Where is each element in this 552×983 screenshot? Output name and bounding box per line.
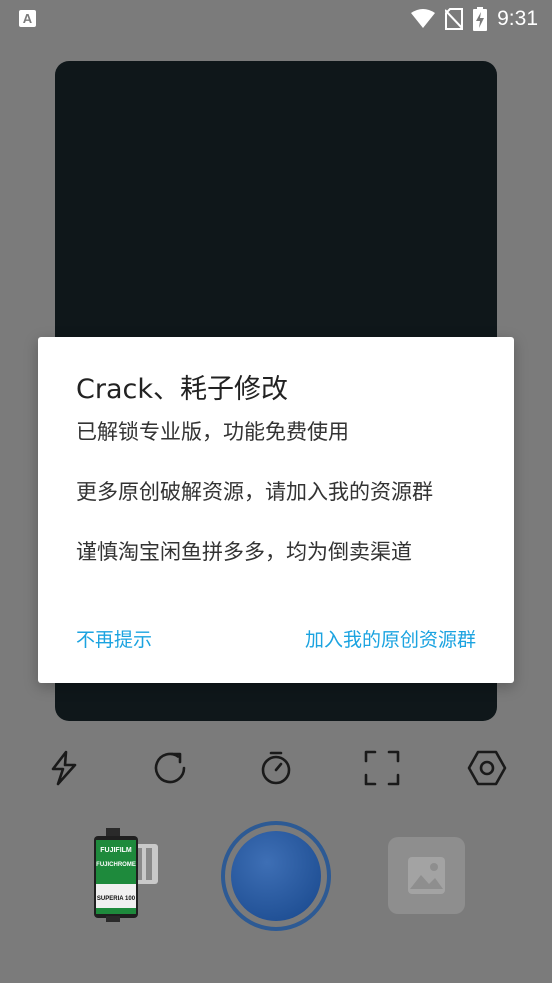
- image-icon: [408, 857, 445, 894]
- gallery-button[interactable]: [388, 837, 465, 914]
- rotate-icon[interactable]: [150, 748, 190, 788]
- status-right: 9:31: [411, 6, 538, 32]
- join-group-button[interactable]: 加入我的原创资源群: [305, 625, 476, 652]
- timer-icon[interactable]: [256, 748, 296, 788]
- notification-app-icon: A: [19, 10, 36, 27]
- dialog-title: Crack、耗子修改: [76, 374, 288, 405]
- status-time: 9:31: [497, 7, 538, 30]
- dont-show-again-button[interactable]: 不再提示: [76, 625, 152, 652]
- battery-charging-icon: [473, 7, 488, 31]
- film-brand: FUJIFILM: [100, 847, 132, 854]
- film-roll-selector[interactable]: FUJIFILM FUJICHROME SUPERIA 100: [92, 826, 160, 924]
- dialog-message: 已解锁专业版，功能免费使用 更多原创破解资源，请加入我的资源群 谨慎淘宝闲鱼拼多…: [76, 420, 433, 564]
- status-bar: A 9:31: [0, 0, 552, 38]
- no-sim-icon: [445, 8, 464, 30]
- camera-screen: A 9:31 FUJIFILM FUJICHROME SUPERIA 100 C…: [0, 0, 552, 983]
- film-label: SUPERIA 100: [97, 896, 136, 902]
- shutter-button[interactable]: [221, 821, 331, 931]
- crack-notice-dialog: Crack、耗子修改 已解锁专业版，功能免费使用 更多原创破解资源，请加入我的资…: [38, 337, 514, 683]
- settings-hex-icon[interactable]: [467, 748, 507, 788]
- flash-icon[interactable]: [44, 748, 84, 788]
- fullscreen-icon[interactable]: [362, 748, 402, 788]
- film-model: FUJICHROME: [96, 862, 136, 868]
- wifi-icon: [411, 9, 436, 28]
